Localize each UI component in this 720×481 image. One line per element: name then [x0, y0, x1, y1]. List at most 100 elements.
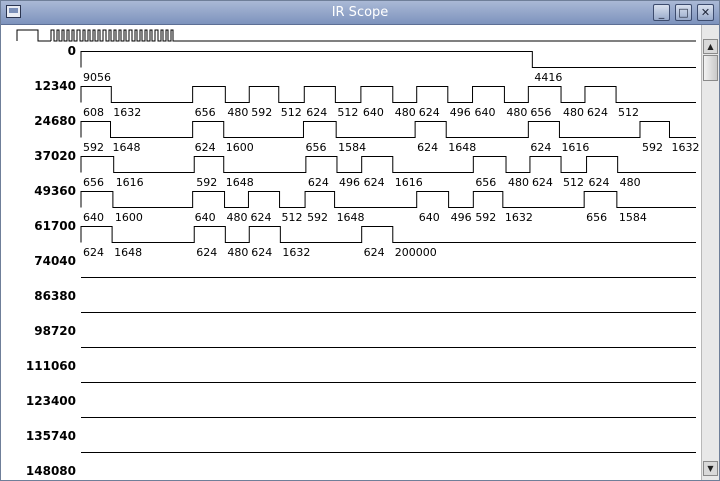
scope-canvas[interactable]: 0 9056 4416 12340 608 1632 656 480 592 512 624 512 6…	[1, 25, 701, 480]
pulse-trace	[80, 121, 696, 138]
pulse-duration-label: 200000	[395, 246, 437, 259]
pulse-duration-label: 480	[620, 176, 641, 189]
title-bar[interactable]: IR Scope _ □ ✕	[1, 1, 719, 25]
pulse-duration-label: 480	[395, 106, 416, 119]
pulse-duration-label: 640	[83, 211, 104, 224]
pulse-duration-label: 1616	[116, 176, 144, 189]
row-offset-label: 123400	[26, 394, 76, 408]
pulse-duration-label: 624	[419, 106, 440, 119]
pulse-duration-label: 1632	[282, 246, 310, 259]
pulse-duration-label: 656	[305, 141, 326, 154]
pulse-duration-label: 480	[227, 106, 248, 119]
minimize-button[interactable]: _	[653, 4, 670, 21]
pulse-duration-label: 480	[508, 176, 529, 189]
pulse-duration-label: 1616	[561, 141, 589, 154]
close-button[interactable]: ✕	[697, 4, 714, 21]
pulse-duration-label: 480	[227, 211, 248, 224]
waveform-svg: 09056 441612340608 1632 656 480 592 512 624 512 6…	[16, 29, 699, 478]
pulse-duration-label: 1616	[395, 176, 423, 189]
pulse-duration-label: 624	[530, 141, 551, 154]
pulse-duration-label: 624	[417, 141, 438, 154]
pulse-duration-label: 1648	[113, 141, 141, 154]
pulse-duration-label: 1584	[338, 141, 366, 154]
pulse-duration-label: 624	[306, 106, 327, 119]
pulse-duration-label: 592	[196, 176, 217, 189]
pulse-duration-label: 640	[475, 106, 496, 119]
row-offset-label: 0	[68, 44, 76, 58]
pulse-duration-label: 1600	[226, 141, 254, 154]
pulse-duration-label: 624	[196, 246, 217, 259]
pulse-duration-label: 1648	[448, 141, 476, 154]
vertical-scrollbar[interactable]: ▲ ▼	[701, 25, 719, 480]
pulse-duration-label: 1632	[505, 211, 533, 224]
pulse-duration-label: 624	[83, 246, 104, 259]
overview-lead	[16, 29, 51, 42]
pulse-duration-label: 592	[307, 211, 328, 224]
row-offset-label: 135740	[26, 429, 76, 443]
pulse-duration-label: 640	[419, 211, 440, 224]
pulse-duration-label: 1632	[671, 141, 699, 154]
pulse-duration-label: 592	[251, 106, 272, 119]
window-title: IR Scope	[331, 5, 389, 20]
pulse-duration-label: 480	[563, 106, 584, 119]
pulse-trace	[80, 191, 696, 208]
arrow-down-icon[interactable]: ▼	[703, 461, 718, 476]
pulse-duration-label: 512	[618, 106, 639, 119]
pulse-duration-label: 1648	[114, 246, 142, 259]
pulse-duration-label: 1632	[113, 106, 141, 119]
row-offset-label: 12340	[34, 79, 76, 93]
pulse-duration-label: 656	[475, 176, 496, 189]
pulse-duration-label: 512	[337, 106, 358, 119]
row-offset-label: 86380	[34, 289, 76, 303]
pulse-trace	[80, 156, 696, 173]
row-offset-label: 148080	[26, 464, 76, 478]
row-offset-label: 61700	[34, 219, 76, 233]
pulse-duration-label: 656	[586, 211, 607, 224]
pulse-duration-label: 480	[506, 106, 527, 119]
scrollbar-thumb[interactable]	[703, 55, 718, 81]
pulse-duration-label: 1648	[226, 176, 254, 189]
pulse-duration-label: 640	[363, 106, 384, 119]
pulse-duration-label: 624	[587, 106, 608, 119]
pulse-duration-label: 512	[282, 211, 303, 224]
pulse-duration-label: 9056	[83, 71, 111, 84]
pulse-duration-label: 608	[83, 106, 104, 119]
pulse-duration-label: 480	[227, 246, 248, 259]
maximize-button[interactable]: □	[675, 4, 692, 21]
pulse-duration-label: 624	[195, 141, 216, 154]
pulse-duration-label: 624	[250, 211, 271, 224]
row-offset-label: 49360	[34, 184, 76, 198]
pulse-duration-label: 512	[281, 106, 302, 119]
pulse-duration-label: 496	[451, 211, 472, 224]
pulse-duration-label: 624	[251, 246, 272, 259]
pulse-duration-label: 624	[364, 246, 385, 259]
pulse-duration-label: 624	[532, 176, 553, 189]
overview-trace	[50, 29, 696, 42]
pulse-duration-label: 656	[83, 176, 104, 189]
pulse-duration-label: 496	[450, 106, 471, 119]
pulse-duration-label: 1648	[337, 211, 365, 224]
pulse-trace	[80, 226, 696, 243]
pulse-duration-label: 624	[308, 176, 329, 189]
pulse-duration-label: 656	[530, 106, 551, 119]
arrow-up-icon[interactable]: ▲	[703, 39, 718, 54]
pulse-duration-label: 496	[339, 176, 360, 189]
pulse-trace	[80, 86, 696, 103]
row-offset-label: 111060	[26, 359, 76, 373]
pulse-trace	[80, 51, 696, 68]
row-offset-label: 37020	[34, 149, 76, 163]
pulse-duration-label: 624	[364, 176, 385, 189]
row-offset-label: 98720	[34, 324, 76, 338]
ir-scope-window: IR Scope _ □ ✕ 0 9056 4416 12340 608 1632 656 4…	[0, 0, 720, 481]
pulse-duration-label: 512	[563, 176, 584, 189]
pulse-duration-label: 656	[195, 106, 216, 119]
pulse-duration-label: 4416	[534, 71, 562, 84]
pulse-duration-label: 592	[83, 141, 104, 154]
pulse-duration-label: 624	[589, 176, 610, 189]
pulse-duration-label: 592	[475, 211, 496, 224]
pulse-duration-label: 640	[195, 211, 216, 224]
pulse-duration-label: 1600	[115, 211, 143, 224]
pulse-duration-label: 592	[642, 141, 663, 154]
row-offset-label: 74040	[34, 254, 76, 268]
row-offset-label: 24680	[34, 114, 76, 128]
